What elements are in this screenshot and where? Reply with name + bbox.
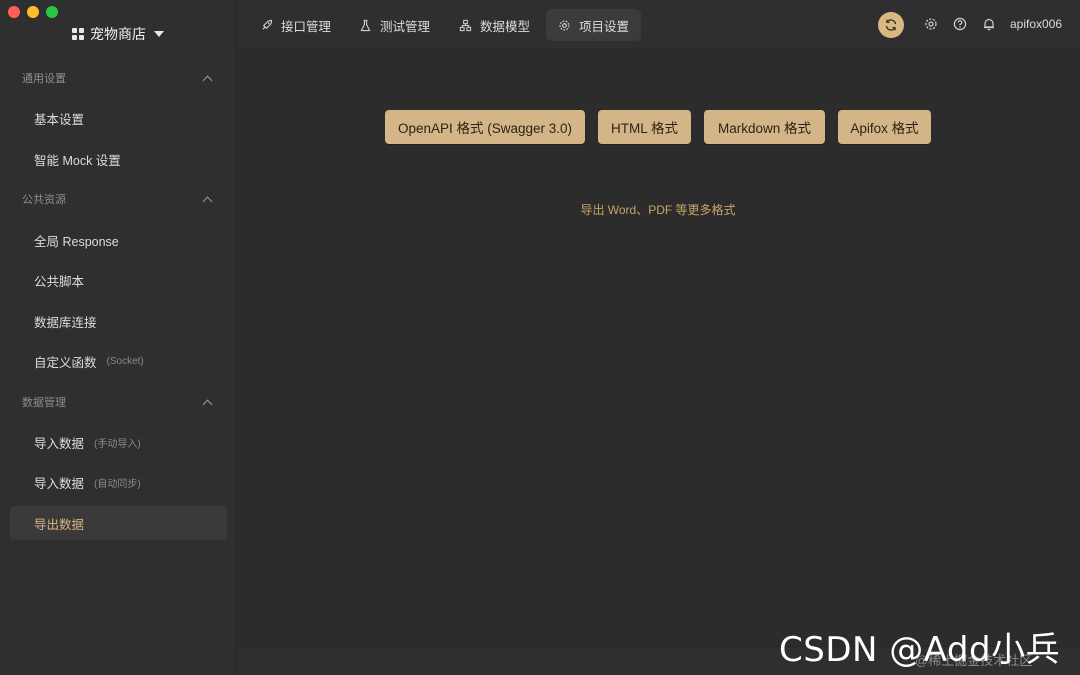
sidebar-item-import-auto-sync[interactable]: 导入数据 (自动同步)	[10, 465, 227, 499]
sidebar-item-custom-functions[interactable]: 自定义函数 (Socket)	[10, 344, 227, 378]
sidebar-item-export-data[interactable]: 导出数据	[10, 506, 227, 540]
sidebar-item-sublabel: (手动导入)	[94, 438, 141, 450]
sidebar-item-label: 导入数据	[34, 476, 85, 491]
sidebar: 宠物商店 通用设置 基本设置 智能 Mock 设置 公共资源 全局 Respon…	[0, 0, 236, 675]
tab-label: 测试管理	[380, 19, 431, 34]
tab-project-settings[interactable]: 项目设置	[546, 9, 642, 41]
rocket-icon	[262, 19, 273, 30]
group-title: 公共资源	[22, 194, 66, 206]
project-switcher[interactable]: 宠物商店	[0, 22, 236, 46]
sidebar-item-smart-mock-settings[interactable]: 智能 Mock 设置	[10, 142, 227, 176]
tab-data-model[interactable]: 数据模型	[447, 9, 542, 41]
bell-icon	[984, 18, 994, 31]
more-formats-link[interactable]: 导出 Word、PDF 等更多格式	[236, 201, 1080, 218]
minimize-window-button[interactable]	[27, 6, 39, 18]
sidebar-item-label: 导出数据	[34, 517, 85, 532]
sidebar-item-basic-settings[interactable]: 基本设置	[10, 101, 227, 135]
sidebar-item-label: 自定义函数	[34, 355, 97, 370]
sidebar-item-public-scripts[interactable]: 公共脚本	[10, 263, 227, 297]
group-title: 数据管理	[22, 397, 66, 409]
grid-icon	[72, 28, 84, 40]
sidebar-item-sublabel: (自动同步)	[94, 478, 141, 490]
gear-icon	[559, 19, 570, 31]
zoom-window-button[interactable]	[46, 6, 58, 18]
window-controls	[8, 6, 58, 18]
sidebar-item-global-response[interactable]: 全局 Response	[10, 223, 227, 257]
sidebar-item-sublabel: (Socket)	[106, 355, 144, 367]
close-window-button[interactable]	[8, 6, 20, 18]
watermark: CSDN @Add小兵	[779, 630, 1061, 670]
group-public-resources[interactable]: 公共资源	[0, 187, 236, 211]
help-icon	[953, 17, 967, 31]
tab-api-management[interactable]: 接口管理	[248, 9, 343, 41]
notifications-button[interactable]	[982, 17, 996, 31]
settings-icon	[925, 18, 937, 30]
sync-button[interactable]	[878, 12, 904, 38]
settings-button[interactable]	[924, 17, 938, 31]
group-title: 通用设置	[22, 73, 66, 85]
flask-icon	[360, 19, 371, 31]
sidebar-item-database-connection[interactable]: 数据库连接	[10, 304, 227, 338]
export-panel: OpenAPI 格式 (Swagger 3.0) HTML 格式 Markdow…	[236, 50, 1080, 646]
project-name: 宠物商店	[90, 26, 146, 42]
export-apifox-button[interactable]: Apifox 格式	[838, 110, 931, 144]
tab-test-management[interactable]: 测试管理	[347, 9, 442, 41]
top-bar: 接口管理 测试管理 数据模型 项目设置 apifox006	[236, 0, 1080, 50]
sidebar-item-label: 公共脚本	[34, 274, 85, 289]
sidebar-item-label: 智能 Mock 设置	[34, 153, 121, 168]
chevron-up-icon	[202, 75, 213, 85]
tab-label: 接口管理	[281, 19, 332, 34]
help-button[interactable]	[953, 17, 967, 31]
sidebar-item-label: 数据库连接	[34, 315, 97, 330]
sidebar-item-import-manual[interactable]: 导入数据 (手动导入)	[10, 425, 227, 459]
sidebar-item-label: 全局 Response	[34, 234, 119, 249]
group-general-settings[interactable]: 通用设置	[0, 66, 236, 90]
caret-down-icon	[154, 31, 164, 37]
export-openapi-button[interactable]: OpenAPI 格式 (Swagger 3.0)	[385, 110, 585, 144]
export-markdown-button[interactable]: Markdown 格式	[704, 110, 825, 144]
sidebar-item-label: 导入数据	[34, 436, 85, 451]
sidebar-item-label: 基本设置	[34, 112, 85, 127]
tab-label: 数据模型	[480, 19, 531, 34]
chevron-up-icon	[202, 399, 213, 409]
tab-label: 项目设置	[579, 19, 630, 34]
model-icon	[459, 19, 472, 31]
group-data-management[interactable]: 数据管理	[0, 390, 236, 414]
export-html-button[interactable]: HTML 格式	[598, 110, 691, 144]
sync-icon	[885, 19, 897, 31]
chevron-up-icon	[202, 196, 213, 206]
user-account[interactable]: apifox006	[1010, 17, 1062, 31]
